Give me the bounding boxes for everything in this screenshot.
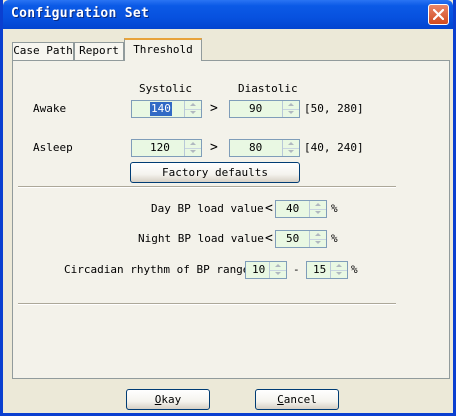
spinner-buttons: [330, 262, 347, 278]
down-arrow-icon[interactable]: [270, 270, 286, 278]
circadian-to-spinner[interactable]: 15: [306, 261, 348, 279]
day-bp-load-label: Day BP load value: [151, 202, 264, 215]
circadian-from-spinner[interactable]: 10: [245, 261, 287, 279]
spinner-buttons: [309, 201, 326, 217]
down-arrow-icon[interactable]: [185, 148, 201, 156]
tab-label: Report: [79, 44, 119, 57]
cancel-label: ancel: [283, 393, 317, 406]
systolic-header: Systolic: [139, 82, 192, 95]
night-less-than: <: [265, 231, 273, 246]
close-button[interactable]: [428, 4, 449, 25]
configuration-dialog: Configuration Set Case Path Report Thres…: [0, 0, 456, 416]
awake-range: [50, 280]: [304, 102, 364, 115]
up-arrow-icon[interactable]: [283, 140, 299, 148]
asleep-range: [40, 240]: [304, 141, 364, 154]
awake-systolic-spinner[interactable]: 140: [131, 100, 202, 118]
awake-systolic-value[interactable]: 140: [150, 102, 172, 116]
awake-diastolic-value[interactable]: 90: [249, 102, 262, 116]
spinner-buttons: [184, 101, 201, 117]
close-x-icon: [433, 9, 444, 20]
up-arrow-icon[interactable]: [310, 201, 326, 209]
up-arrow-icon[interactable]: [185, 140, 201, 148]
up-arrow-icon[interactable]: [270, 262, 286, 270]
okay-label: kay: [161, 393, 182, 406]
night-bp-load-label: Night BP load value: [138, 232, 264, 245]
factory-defaults-label: Factory defaults: [162, 166, 268, 179]
day-less-than: <: [265, 201, 273, 216]
up-arrow-icon[interactable]: [283, 101, 299, 109]
divider: [18, 303, 396, 305]
awake-greater-than: >: [210, 101, 218, 116]
asleep-systolic-value[interactable]: 120: [150, 141, 170, 155]
asleep-systolic-spinner[interactable]: 120: [131, 139, 202, 157]
circadian-dash: -: [293, 263, 300, 276]
okay-button[interactable]: Okay: [126, 389, 210, 410]
tab-label: Case Path: [13, 44, 73, 57]
spinner-buttons: [282, 101, 299, 117]
down-arrow-icon[interactable]: [185, 109, 201, 117]
cancel-mnemonic: C: [277, 393, 284, 406]
tab-label: Threshold: [133, 43, 193, 56]
asleep-greater-than: >: [210, 140, 218, 155]
down-arrow-icon[interactable]: [283, 148, 299, 156]
awake-diastolic-spinner[interactable]: 90: [229, 100, 300, 118]
down-arrow-icon[interactable]: [310, 239, 326, 247]
night-bp-load-spinner[interactable]: 50: [275, 230, 327, 248]
day-percent: %: [331, 202, 338, 215]
asleep-label: Asleep: [33, 141, 73, 154]
window-title: Configuration Set: [11, 6, 150, 21]
up-arrow-icon[interactable]: [331, 262, 347, 270]
factory-defaults-button[interactable]: Factory defaults: [130, 162, 300, 183]
down-arrow-icon[interactable]: [283, 109, 299, 117]
asleep-diastolic-spinner[interactable]: 80: [229, 139, 300, 157]
awake-label: Awake: [33, 102, 67, 115]
diastolic-header: Diastolic: [238, 82, 298, 95]
tab-case-path[interactable]: Case Path: [12, 42, 74, 60]
title-bar[interactable]: Configuration Set: [3, 0, 453, 29]
tab-report[interactable]: Report: [74, 42, 124, 60]
up-arrow-icon[interactable]: [185, 101, 201, 109]
cancel-button[interactable]: Cancel: [255, 389, 339, 410]
spinner-buttons: [282, 140, 299, 156]
down-arrow-icon[interactable]: [331, 270, 347, 278]
day-bp-load-value[interactable]: 40: [286, 202, 299, 216]
spinner-buttons: [184, 140, 201, 156]
spinner-buttons: [269, 262, 286, 278]
down-arrow-icon[interactable]: [310, 209, 326, 217]
tab-threshold[interactable]: Threshold: [124, 38, 202, 61]
asleep-diastolic-value[interactable]: 80: [249, 141, 262, 155]
night-percent: %: [331, 232, 338, 245]
divider: [18, 186, 396, 188]
circadian-to-value[interactable]: 15: [313, 263, 326, 277]
threshold-panel: Systolic Diastolic Awake 140 > 90 [50, 2…: [12, 60, 450, 379]
day-bp-load-spinner[interactable]: 40: [275, 200, 327, 218]
circadian-percent: %: [351, 263, 358, 276]
circadian-from-value[interactable]: 10: [252, 263, 265, 277]
spinner-buttons: [309, 231, 326, 247]
up-arrow-icon[interactable]: [310, 231, 326, 239]
night-bp-load-value[interactable]: 50: [286, 232, 299, 246]
circadian-label: Circadian rhythm of BP ranges: [64, 263, 257, 276]
